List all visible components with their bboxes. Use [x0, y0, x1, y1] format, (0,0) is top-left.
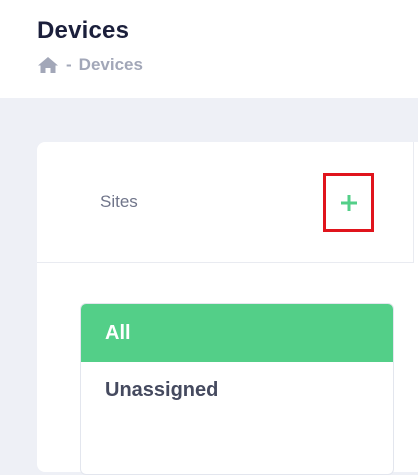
home-icon[interactable]: [37, 56, 59, 74]
page-header: Devices - Devices: [0, 0, 418, 98]
site-item-label: Unassigned: [105, 378, 219, 401]
page-title: Devices: [37, 17, 130, 44]
site-item-unassigned[interactable]: Unassigned: [81, 362, 393, 418]
plus-icon: [340, 194, 357, 211]
site-list: All Unassigned: [80, 303, 394, 475]
breadcrumb: - Devices: [37, 55, 143, 75]
site-item-label: All: [105, 321, 131, 344]
sites-card: Sites All Unassigned: [37, 142, 418, 475]
sites-label: Sites: [100, 192, 138, 211]
sites-panel: Sites: [37, 142, 414, 263]
site-item-all[interactable]: All: [81, 304, 393, 362]
add-site-button[interactable]: [323, 173, 374, 232]
breadcrumb-current: Devices: [78, 55, 143, 74]
breadcrumb-separator: -: [66, 55, 72, 74]
